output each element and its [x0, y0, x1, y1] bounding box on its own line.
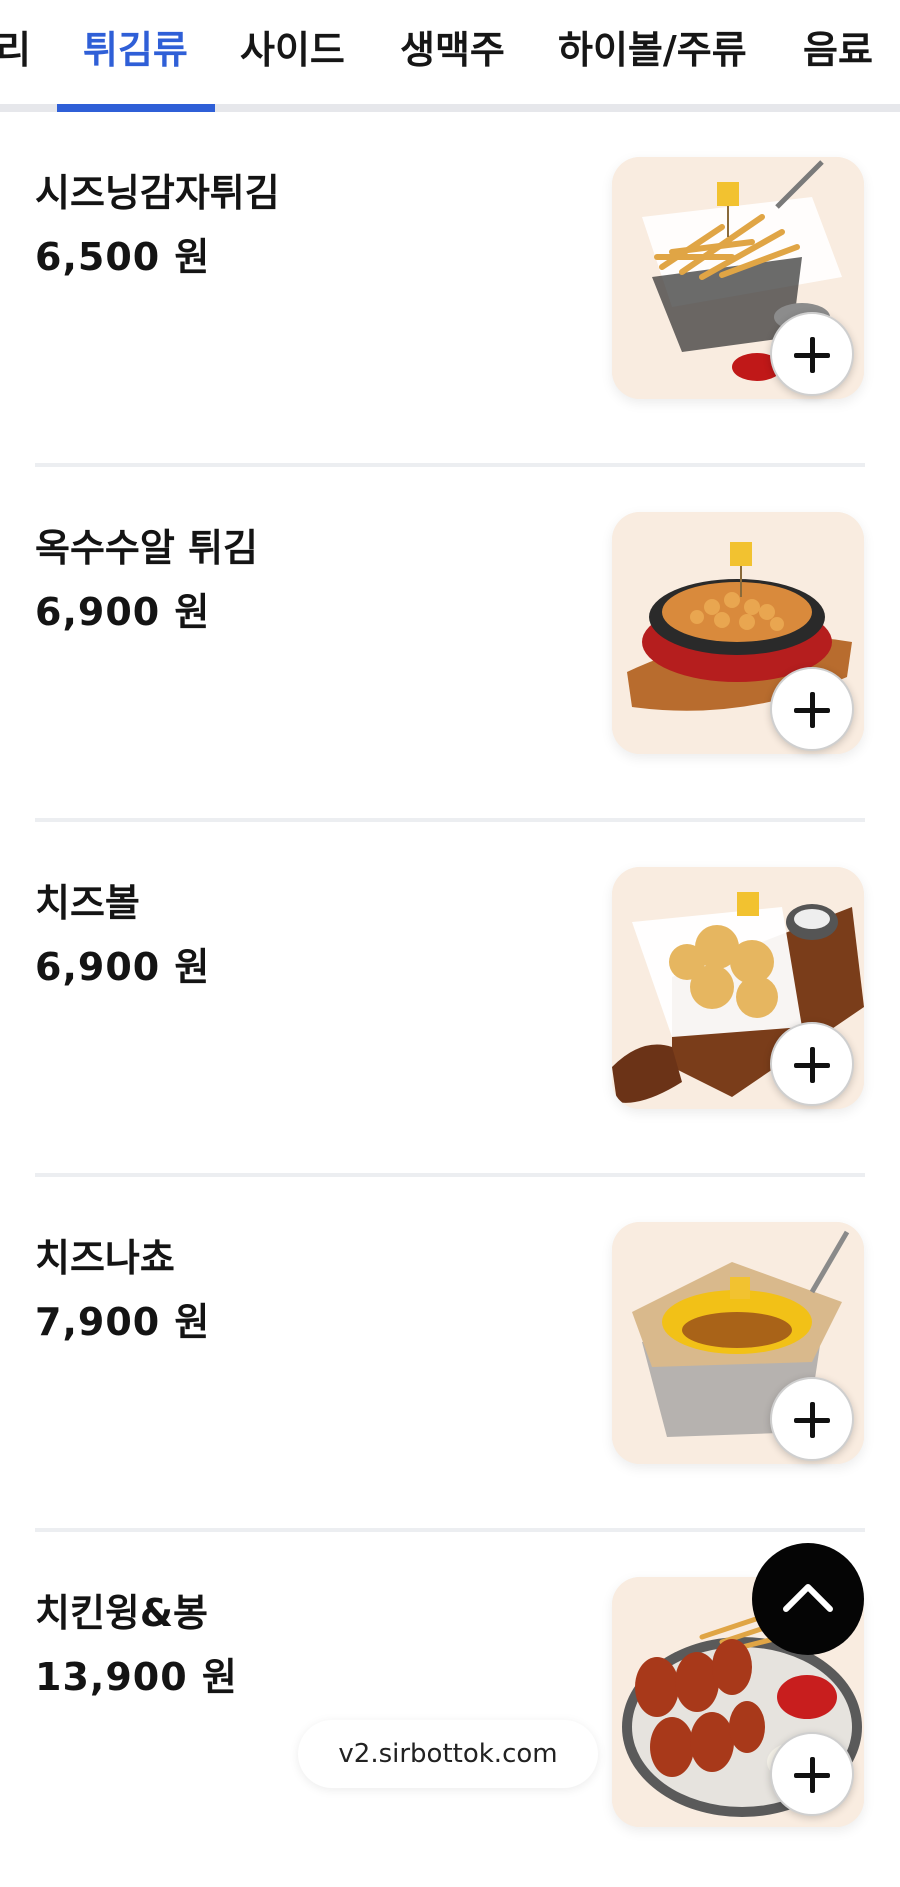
tab-fried-food[interactable]: 튀김류 [83, 28, 188, 72]
chevron-up-icon [783, 1584, 833, 1612]
tab-draft-beer[interactable]: 생맥주 [400, 28, 505, 72]
add-to-cart-button[interactable] [770, 667, 854, 751]
tab-sides[interactable]: 사이드 [240, 28, 345, 72]
browser-url-bar[interactable]: v2.sirbottok.com [298, 1720, 598, 1788]
menu-item-name: 치즈나쵸 [35, 1236, 175, 1280]
tab-drinks[interactable]: 음료 [803, 28, 873, 72]
menu-item-name: 시즈닝감자튀김 [35, 171, 280, 215]
category-tab-bar: 리 튀김류 사이드 생맥주 하이볼/주류 음료 [0, 0, 900, 112]
menu-item-price: 6,900 원 [35, 590, 211, 634]
add-to-cart-button[interactable] [770, 1377, 854, 1461]
menu-item-name: 치즈볼 [35, 881, 140, 925]
menu-item[interactable]: 치즈볼 6,900 원 [0, 822, 900, 1177]
active-tab-indicator [57, 104, 215, 112]
menu-item-price: 7,900 원 [35, 1300, 211, 1344]
menu-item-name: 옥수수알 튀김 [35, 526, 258, 570]
tab-highball-liquor[interactable]: 하이볼/주류 [558, 28, 747, 72]
add-to-cart-button[interactable] [770, 312, 854, 396]
menu-item-price: 13,900 원 [35, 1655, 238, 1699]
scroll-to-top-button[interactable] [752, 1543, 864, 1655]
menu-item[interactable]: 옥수수알 튀김 6,900 원 [0, 467, 900, 822]
menu-item[interactable]: 시즈닝감자튀김 6,500 원 [0, 112, 900, 467]
add-to-cart-button[interactable] [770, 1022, 854, 1106]
add-to-cart-button[interactable] [770, 1732, 854, 1816]
menu-item[interactable]: 치즈나쵸 7,900 원 [0, 1177, 900, 1532]
menu-item-price: 6,900 원 [35, 945, 211, 989]
menu-item-name: 치킨윙&봉 [35, 1591, 208, 1635]
menu-item-price: 6,500 원 [35, 235, 211, 279]
tab-previous-category[interactable]: 리 [0, 28, 31, 72]
